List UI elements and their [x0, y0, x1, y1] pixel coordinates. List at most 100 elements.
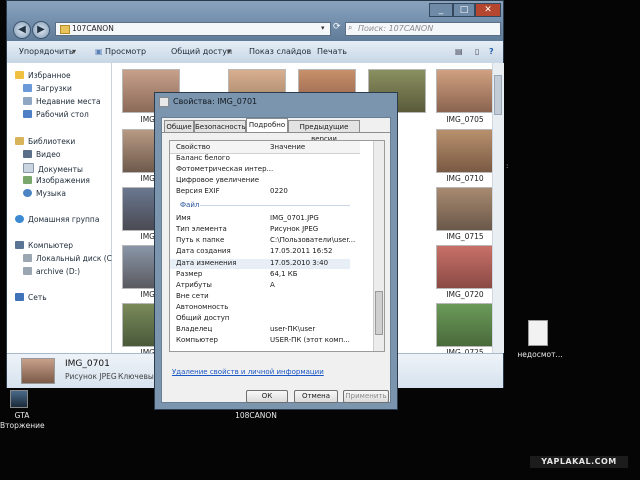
- preview-pane-icon[interactable]: ▯: [475, 47, 479, 56]
- desktop-icon: [23, 110, 32, 118]
- nav-documents[interactable]: Документы: [23, 163, 83, 174]
- view-button[interactable]: Просмотр: [105, 47, 146, 56]
- image-thumbnail[interactable]: [436, 245, 494, 289]
- image-thumbnail[interactable]: [436, 129, 494, 173]
- refresh-icon[interactable]: ⟳: [333, 22, 343, 36]
- forward-icon[interactable]: ▶: [32, 21, 50, 39]
- minimize-button[interactable]: _: [429, 3, 453, 17]
- maximize-button[interactable]: □: [453, 3, 475, 17]
- thumbnail-label: IMG_0710: [446, 174, 484, 183]
- cancel-button[interactable]: Отмена: [294, 390, 338, 403]
- recent-places-icon: [23, 97, 32, 105]
- header-property[interactable]: Свойство: [176, 143, 210, 151]
- property-name: Дата изменения: [176, 259, 237, 267]
- image-thumbnail[interactable]: [436, 187, 494, 231]
- nav-downloads[interactable]: Загрузки: [23, 84, 72, 93]
- music-icon: [23, 189, 32, 197]
- back-icon[interactable]: ◀: [13, 21, 31, 39]
- nav-video[interactable]: Видео: [23, 150, 60, 159]
- property-value: user-ПК\user: [270, 325, 316, 333]
- list-scrollbar-thumb[interactable]: [375, 291, 383, 335]
- drive-icon: [23, 267, 32, 275]
- property-value: 17.05.2011 16:52: [270, 247, 333, 255]
- desktop-file-label[interactable]: недосмот...: [512, 350, 568, 359]
- details-type: Рисунок JPEG: [65, 372, 117, 381]
- property-value: 0220: [270, 187, 288, 195]
- close-button[interactable]: ✕: [475, 3, 501, 17]
- nav-favorites[interactable]: Избранное: [15, 71, 71, 80]
- list-scrollbar[interactable]: [373, 141, 384, 351]
- nav-computer[interactable]: Компьютер: [15, 241, 73, 250]
- property-list[interactable]: Свойство Значение Баланс белого Фотометр…: [169, 140, 385, 352]
- property-name: Тип элемента: [176, 225, 227, 233]
- homegroup-icon: [15, 215, 24, 223]
- drive-icon: [23, 254, 32, 262]
- nav-archive[interactable]: archive (D:): [23, 267, 80, 276]
- thumbnail-label: IMG_0715: [446, 232, 484, 241]
- property-value: C:\Пользователи\user...: [270, 236, 356, 244]
- nav-desktop[interactable]: Рабочий стол: [23, 110, 89, 119]
- documents-icon: [23, 163, 34, 173]
- downloads-icon: [23, 84, 32, 92]
- chevron-down-icon[interactable]: ▾: [321, 24, 325, 32]
- property-name: Имя: [176, 214, 191, 222]
- vertical-scrollbar[interactable]: [492, 63, 504, 353]
- property-value: Рисунок JPEG: [270, 225, 319, 233]
- nav-recent[interactable]: Недавние места: [23, 97, 101, 106]
- gta-label-line2: Вторжение: [0, 421, 45, 430]
- property-name: Дата создания: [176, 247, 231, 255]
- property-value: USER-ПК (этот комп...: [270, 336, 350, 344]
- property-name: Владелец: [176, 325, 213, 333]
- offscreen-label-fragment: :: [506, 162, 509, 170]
- dialog-title: Свойства: IMG_0701: [173, 97, 258, 106]
- folder-108canon-label[interactable]: 108CANON: [226, 411, 286, 420]
- image-thumbnail[interactable]: [436, 303, 494, 347]
- view-options-icon[interactable]: ▤: [455, 47, 463, 56]
- libraries-icon: [15, 137, 24, 145]
- tab-details[interactable]: Подробно: [246, 118, 288, 133]
- ok-button[interactable]: ОК: [246, 390, 288, 403]
- video-icon: [23, 150, 32, 158]
- organize-chevron-icon: ▾: [72, 47, 77, 56]
- images-icon: [23, 176, 32, 184]
- header-value[interactable]: Значение: [270, 143, 305, 151]
- print-button[interactable]: Печать: [317, 47, 347, 56]
- nav-local-disk[interactable]: Локальный диск (С: [23, 254, 112, 263]
- section-file-heading: Файл: [180, 201, 200, 209]
- nav-homegroup[interactable]: Домашняя группа: [15, 215, 99, 224]
- properties-dialog: Свойства: IMG_0701 Общие Безопасность По…: [154, 92, 398, 410]
- computer-icon: [15, 241, 24, 249]
- organize-button[interactable]: Упорядочить: [19, 47, 74, 56]
- file-icon[interactable]: [528, 320, 548, 346]
- slideshow-button[interactable]: Показ слайдов: [249, 47, 311, 56]
- nav-images[interactable]: Изображения: [23, 176, 90, 185]
- property-value: 17.05.2010 3:40: [270, 259, 329, 267]
- address-bar[interactable]: 107CANON ▾: [55, 22, 331, 36]
- tab-previous-versions[interactable]: Предыдущие версии: [288, 120, 360, 143]
- property-name: Атрибуты: [176, 281, 212, 289]
- share-button[interactable]: Общий доступ: [171, 47, 232, 56]
- tab-general[interactable]: Общие: [164, 120, 194, 132]
- search-input[interactable]: Поиск: 107CANON: [345, 22, 501, 36]
- star-icon: [15, 71, 24, 79]
- network-icon: [15, 293, 24, 301]
- dialog-body: Общие Безопасность Подробно Предыдущие в…: [161, 117, 391, 403]
- property-name: Автономность: [176, 303, 229, 311]
- apply-button[interactable]: Применить: [343, 390, 389, 403]
- scrollbar-thumb[interactable]: [494, 75, 502, 115]
- nav-music[interactable]: Музыка: [23, 189, 66, 198]
- selected-thumbnail: [21, 358, 55, 384]
- property-value: A: [270, 281, 275, 289]
- nav-network[interactable]: Сеть: [15, 293, 47, 302]
- search-icon: ⌕: [348, 23, 353, 32]
- details-tags-label: Ключевые: [118, 372, 159, 381]
- tab-security[interactable]: Безопасность: [194, 120, 246, 132]
- details-name: IMG_0701: [65, 359, 110, 369]
- image-thumbnail[interactable]: [436, 69, 494, 113]
- gta-app-icon[interactable]: [10, 390, 28, 408]
- nav-libraries[interactable]: Библиотеки: [15, 137, 75, 146]
- remove-properties-link[interactable]: Удаление свойств и личной информации: [172, 368, 324, 376]
- property-name: Вне сети: [176, 292, 209, 300]
- property-name: Баланс белого: [176, 154, 230, 162]
- help-icon[interactable]: ?: [489, 47, 494, 56]
